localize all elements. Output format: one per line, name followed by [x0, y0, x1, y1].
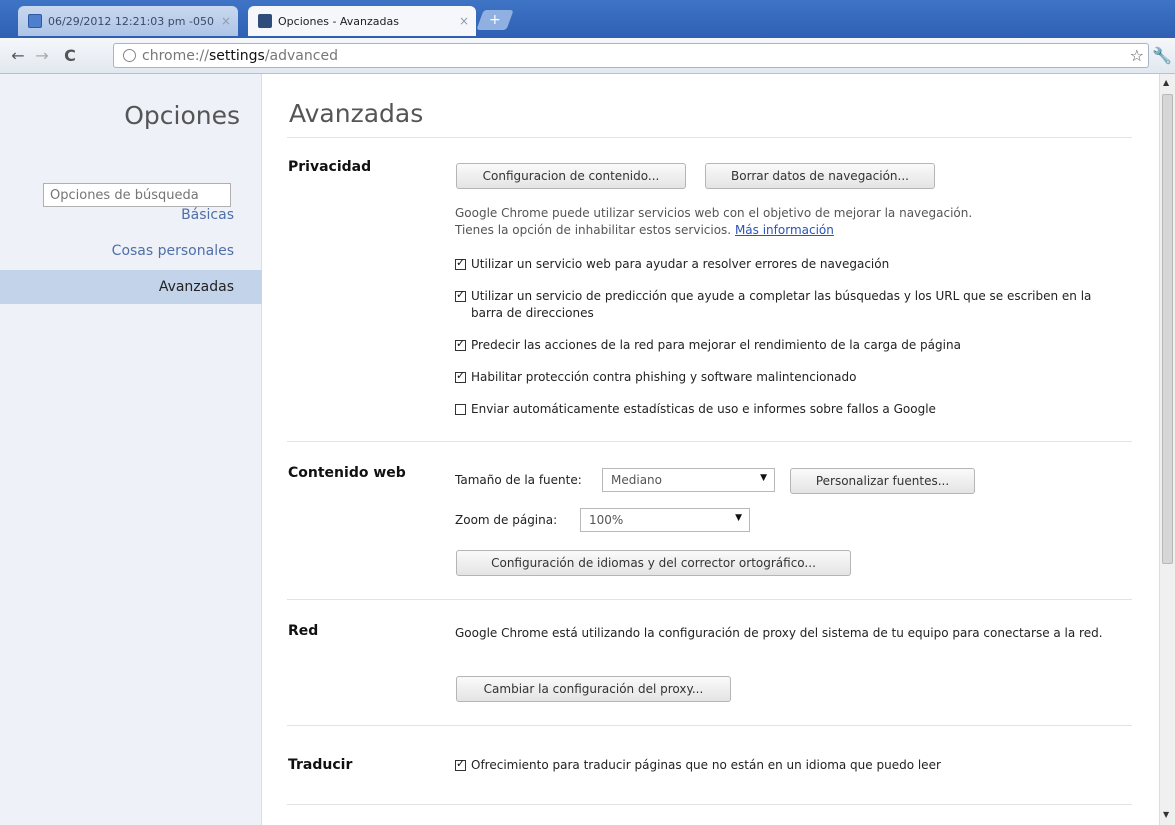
url-text: chrome://settings/advanced: [142, 47, 338, 64]
sidebar-title: Opciones: [124, 101, 240, 130]
checkbox[interactable]: [455, 757, 466, 771]
reload-icon[interactable]: C: [60, 46, 80, 66]
clear-browsing-data-button[interactable]: Borrar datos de navegación...: [705, 163, 935, 189]
back-arrow-icon[interactable]: ←: [8, 46, 28, 66]
scrollbar[interactable]: ▲ ▼: [1159, 74, 1175, 825]
scroll-up-icon[interactable]: ▲: [1163, 78, 1169, 87]
scroll-down-icon[interactable]: ▼: [1163, 810, 1169, 819]
tab-inactive[interactable]: 06/29/2012 12:21:03 pm -050 ×: [18, 6, 238, 36]
address-bar[interactable]: chrome://settings/advanced ☆: [113, 43, 1149, 68]
divider: [287, 725, 1132, 726]
toolbar: ← → C chrome://settings/advanced ☆ 🔧: [0, 38, 1175, 74]
languages-button[interactable]: Configuración de idiomas y del corrector…: [456, 550, 851, 576]
scrollbar-thumb[interactable]: [1162, 94, 1173, 564]
bookmark-star-icon[interactable]: ☆: [1130, 46, 1144, 65]
checkbox-row[interactable]: Utilizar un servicio web para ayudar a r…: [455, 256, 1105, 273]
font-size-select[interactable]: Mediano ▼: [602, 468, 775, 492]
checkbox-row[interactable]: Utilizar un servicio de predicción que a…: [455, 288, 1105, 322]
section-title-privacidad: Privacidad: [288, 159, 372, 175]
checkbox[interactable]: [455, 256, 466, 270]
privacy-note: Google Chrome puede utilizar servicios w…: [455, 206, 973, 237]
section-title-contenido-web: Contenido web: [288, 465, 406, 481]
new-tab-button[interactable]: +: [476, 10, 514, 30]
sidebar-item-avanzadas[interactable]: Avanzadas: [0, 270, 262, 304]
tab-active[interactable]: Opciones - Avanzadas ×: [248, 6, 476, 36]
email-favicon-icon: [28, 14, 42, 28]
main-content: Avanzadas Privacidad Configuracion de co…: [262, 74, 1159, 825]
dropdown-arrow-icon: ▼: [735, 513, 742, 523]
checkbox[interactable]: [455, 369, 466, 383]
page-title: Avanzadas: [289, 99, 424, 128]
divider: [287, 804, 1132, 805]
zoom-label: Zoom de página:: [455, 513, 558, 527]
tab-strip: 06/29/2012 12:21:03 pm -050 × Opciones -…: [0, 0, 1175, 38]
section-title-red: Red: [288, 623, 319, 639]
checkbox[interactable]: [455, 288, 466, 302]
divider: [287, 599, 1132, 600]
sidebar-item-cosas-personales[interactable]: Cosas personales: [0, 234, 262, 268]
tab-close-icon[interactable]: ×: [218, 14, 234, 28]
tab-title: Opciones - Avanzadas: [278, 14, 399, 28]
section-title-traducir: Traducir: [288, 757, 353, 773]
wrench-menu-icon[interactable]: 🔧: [1152, 46, 1172, 65]
sidebar-item-basicas[interactable]: Básicas: [0, 198, 262, 232]
wrench-favicon-icon: [258, 14, 272, 28]
checkbox[interactable]: [455, 337, 466, 351]
more-info-link[interactable]: Más información: [735, 223, 834, 237]
checkbox-row[interactable]: Predecir las acciones de la red para mej…: [455, 337, 1105, 354]
proxy-settings-button[interactable]: Cambiar la configuración del proxy...: [456, 676, 731, 702]
checkbox-row[interactable]: Habilitar protección contra phishing y s…: [455, 369, 1105, 386]
checkbox-row[interactable]: Enviar automáticamente estadísticas de u…: [455, 401, 1105, 418]
checkbox-row[interactable]: Ofrecimiento para traducir páginas que n…: [455, 757, 1105, 774]
divider: [287, 441, 1132, 442]
tab-close-icon[interactable]: ×: [456, 14, 472, 28]
page-icon: [123, 49, 136, 62]
plus-icon: +: [489, 12, 501, 28]
zoom-select[interactable]: 100% ▼: [580, 508, 750, 532]
content-settings-button[interactable]: Configuracion de contenido...: [456, 163, 686, 189]
forward-arrow-icon[interactable]: →: [32, 46, 52, 66]
customize-fonts-button[interactable]: Personalizar fuentes...: [790, 468, 975, 494]
network-text: Google Chrome está utilizando la configu…: [455, 626, 1103, 640]
tab-title: 06/29/2012 12:21:03 pm -050: [48, 14, 214, 28]
checkbox[interactable]: [455, 404, 466, 415]
sidebar: Opciones Básicas Cosas personales Avanza…: [0, 74, 262, 825]
font-size-label: Tamaño de la fuente:: [455, 473, 582, 487]
divider: [287, 137, 1132, 138]
dropdown-arrow-icon: ▼: [760, 473, 767, 483]
